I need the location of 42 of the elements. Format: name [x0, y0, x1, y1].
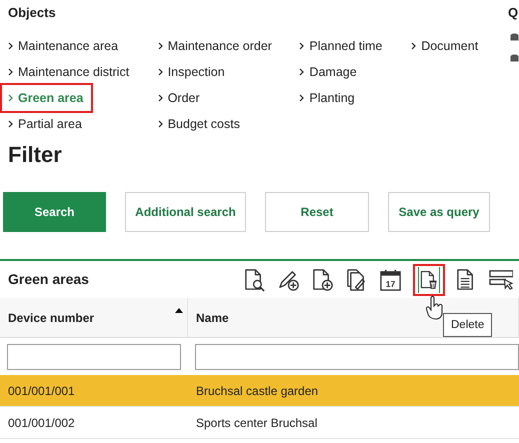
button[interactable]: Additional search: [125, 192, 246, 232]
chevron-icon: [158, 68, 163, 76]
section-heading: Q: [508, 5, 519, 21]
object-link[interactable]: Partial area: [8, 111, 82, 137]
chevron-icon: [411, 42, 416, 50]
button[interactable]: Search: [3, 192, 106, 232]
chevron-icon: [158, 120, 163, 128]
table-cell-text: 001/001/001: [7, 382, 76, 400]
object-link[interactable]: Green area: [2, 85, 92, 111]
table-title: Green areas: [8, 270, 90, 289]
object-link[interactable]: Planned time: [299, 33, 382, 59]
column-filter-field[interactable]: [195, 344, 519, 370]
filter-heading: Filter: [8, 141, 63, 169]
chevron-icon: [299, 68, 304, 76]
button[interactable]: Save as query: [388, 192, 490, 232]
object-link[interactable]: Budget costs: [158, 111, 240, 137]
delete-button[interactable]: [413, 264, 445, 296]
column-header[interactable]: Device number: [0, 298, 188, 337]
section-heading: Objects: [8, 5, 57, 21]
object-link[interactable]: Maintenance order: [158, 33, 272, 59]
chevron-icon: [8, 94, 13, 102]
object-link[interactable]: Planting: [299, 85, 355, 111]
chevron-icon: [158, 94, 163, 102]
column-filter-field[interactable]: [7, 344, 181, 370]
object-link[interactable]: Maintenance district: [8, 59, 130, 85]
table-cell-text: 001/001/002: [7, 414, 76, 432]
object-link[interactable]: Document: [411, 33, 478, 59]
object-link[interactable]: Maintenance area: [8, 33, 118, 59]
chevron-icon: [8, 68, 13, 76]
chevron-icon: [158, 42, 163, 50]
chevron-icon: [299, 94, 304, 102]
tooltip: Delete: [443, 313, 492, 337]
chevron-icon: [8, 120, 13, 128]
button[interactable]: Reset: [265, 192, 369, 232]
table-cell-text: Sports center Bruchsal: [195, 414, 318, 432]
chevron-icon: [299, 42, 304, 50]
object-link[interactable]: Damage: [299, 59, 357, 85]
chevron-icon: [8, 42, 13, 50]
object-link[interactable]: Inspection: [158, 59, 225, 85]
table-cell-text: Bruchsal castle garden: [195, 382, 320, 400]
table-row[interactable]: 001/001/001 Bruchsal castle garden: [0, 375, 519, 407]
object-link[interactable]: Order: [158, 85, 200, 111]
